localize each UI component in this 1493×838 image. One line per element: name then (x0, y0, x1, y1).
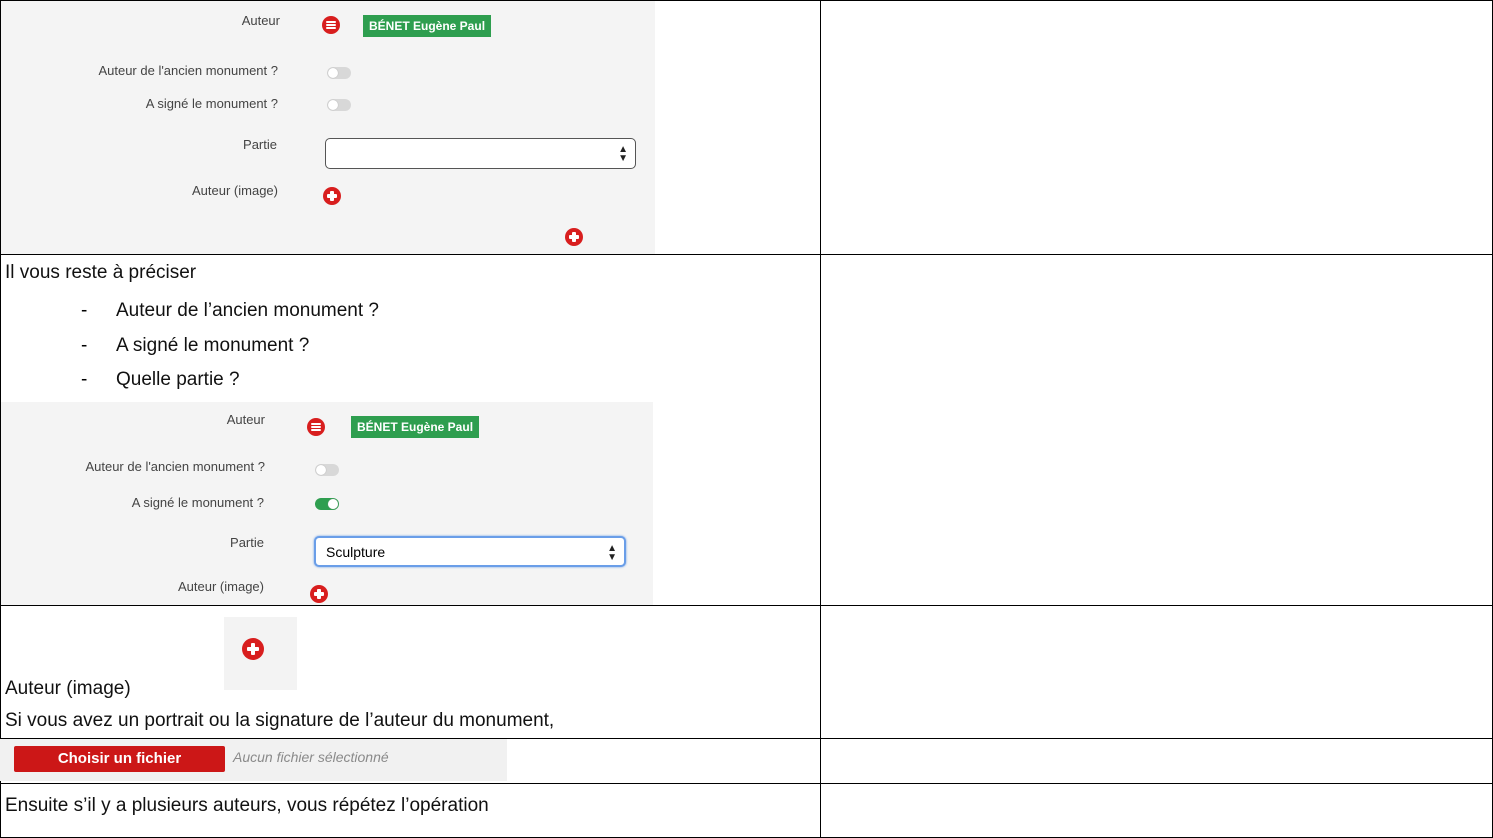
partie-label: Partie (230, 535, 264, 550)
auteur-label: Auteur (226, 412, 265, 427)
plus-circle-icon[interactable] (323, 187, 341, 205)
table-row-divider (0, 783, 1493, 784)
table-row-divider (0, 605, 1493, 606)
ancien-monument-label: Auteur de l'ancien monument ? (98, 63, 278, 78)
instructions-intro: Il vous reste à préciser (5, 262, 197, 283)
add-image-snippet (224, 617, 297, 690)
image-description: Si vous avez un portrait ou la signature… (5, 710, 555, 731)
choose-file-button[interactable]: Choisir un fichier (14, 746, 225, 772)
auteur-label: Auteur (241, 13, 280, 28)
select-arrows-icon: ▲ ▼ (618, 144, 628, 164)
plus-circle-icon[interactable] (310, 585, 328, 603)
bullet-item: Quelle partie ? (116, 369, 240, 390)
partie-select[interactable]: ▲ ▼ (325, 138, 636, 169)
ancien-monument-toggle[interactable] (327, 67, 351, 79)
signe-monument-label: A signé le monument ? (131, 495, 264, 510)
signe-monument-toggle[interactable] (315, 498, 339, 510)
partie-select[interactable]: Sculpture ▲ ▼ (314, 536, 626, 567)
author-tag[interactable]: BÉNET Eugène Paul (351, 416, 480, 438)
signe-monument-toggle[interactable] (327, 99, 351, 111)
file-status: Aucun fichier sélectionné (233, 749, 389, 765)
signe-monument-label: A signé le monument ? (145, 96, 278, 111)
auteur-image-label: Auteur (image) (178, 579, 264, 594)
partie-label: Partie (243, 137, 277, 152)
table-row-divider (0, 254, 1493, 255)
author-form-panel-empty: Auteur BÉNET Eugène Paul Auteur de l'anc… (1, 1, 655, 254)
plus-circle-icon[interactable] (565, 228, 583, 246)
minus-circle-icon[interactable] (322, 16, 340, 34)
ancien-monument-toggle[interactable] (315, 464, 339, 476)
auteur-image-heading: Auteur (image) (5, 678, 131, 699)
minus-circle-icon[interactable] (307, 418, 325, 436)
document-table: Auteur BÉNET Eugène Paul Auteur de l'anc… (0, 0, 1493, 838)
bullet-dash: - (81, 335, 88, 356)
author-form-panel-filled: Auteur BÉNET Eugène Paul Auteur de l'anc… (1, 402, 653, 605)
table-column-divider (820, 0, 821, 838)
partie-select-value: Sculpture (326, 544, 386, 560)
author-tag[interactable]: BÉNET Eugène Paul (363, 15, 492, 37)
select-arrows-icon: ▲ ▼ (607, 543, 617, 563)
bullet-item: Auteur de l’ancien monument ? (116, 300, 379, 321)
bullet-dash: - (81, 369, 88, 390)
auteur-image-label: Auteur (image) (192, 183, 278, 198)
bullet-item: A signé le monument ? (116, 335, 310, 356)
plus-circle-icon[interactable] (242, 638, 264, 660)
ancien-monument-label: Auteur de l'ancien monument ? (85, 459, 265, 474)
repeat-instructions: Ensuite s’il y a plusieurs auteurs, vous… (5, 795, 489, 816)
bullet-dash: - (81, 300, 88, 321)
